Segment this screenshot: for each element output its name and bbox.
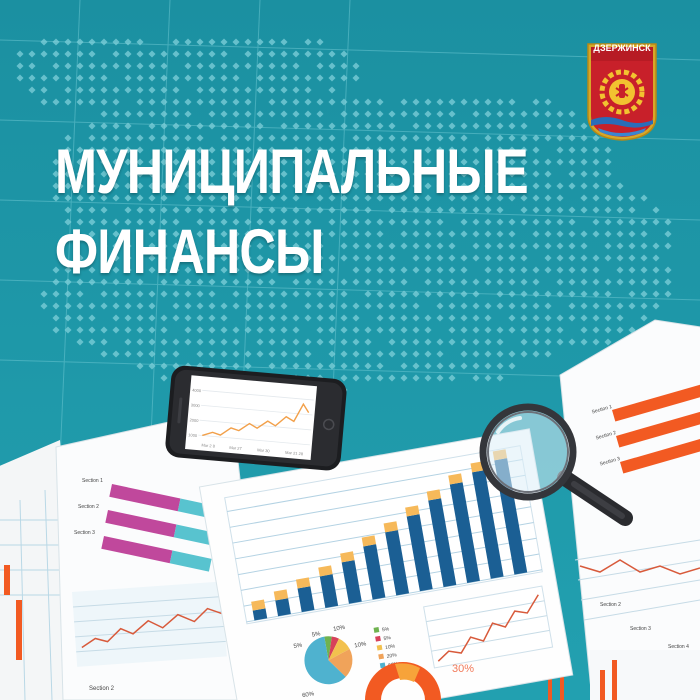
banner: МУНИЦИПАЛЬНЫЕ ФИНАНСЫ ДЗЕРЖИНСК Section … — [0, 0, 700, 700]
donut-percent: 30% — [452, 663, 474, 675]
legend-swatch — [378, 653, 385, 660]
legend-swatch — [373, 627, 380, 633]
section-label: Section 1 — [82, 478, 103, 484]
smartphone: 4000300020001000 Mar 2 8 Mar 27 Mar 30 Mar … — [165, 365, 347, 471]
phone-axis-label: 1000 — [188, 432, 198, 438]
section-label: Section 3 — [74, 530, 95, 536]
section-label: Section 2 — [78, 504, 99, 510]
legend-swatch — [375, 635, 381, 642]
phone-axis-label: 3000 — [191, 402, 201, 408]
section-label: Section 2 — [600, 602, 621, 608]
section-label: Section 4 — [668, 644, 689, 650]
phone-axis-label: 4000 — [192, 387, 202, 393]
phone-axis-label: 2000 — [189, 417, 199, 423]
finance-illustration: Section 1 Section 2 Section 3 Section 2 Se… — [0, 319, 700, 700]
section-label: Section 3 — [630, 626, 651, 632]
legend-swatch — [376, 644, 383, 651]
bar — [275, 598, 291, 617]
bottom-section-label: Section 2 — [89, 686, 115, 692]
